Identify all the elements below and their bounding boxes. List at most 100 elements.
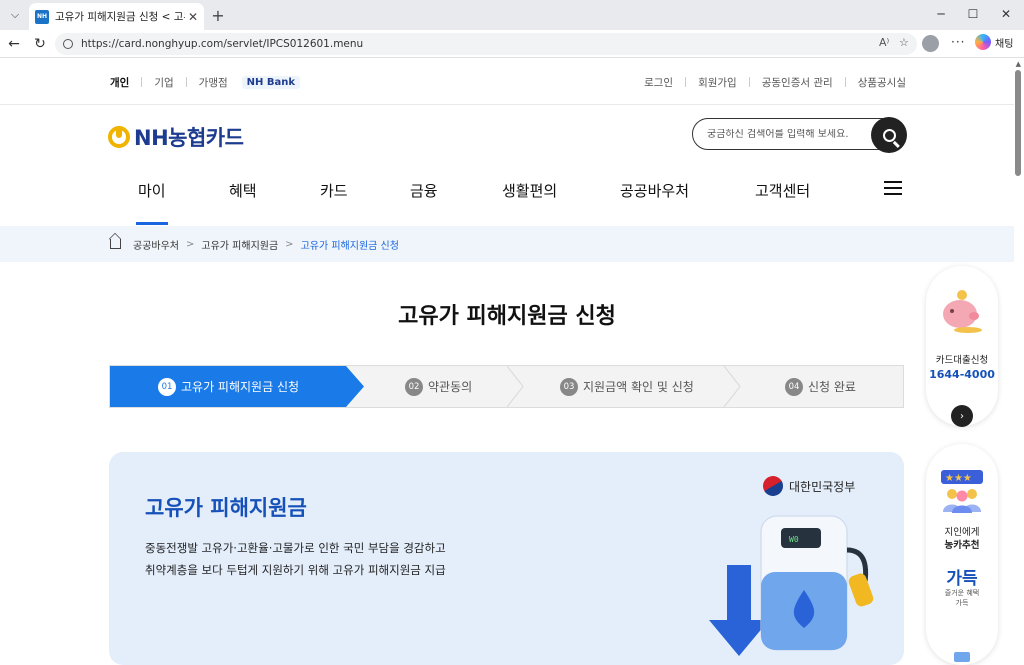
piggy-bank-icon [943, 290, 982, 333]
step-label: 약관동의 [428, 380, 473, 394]
login-link[interactable]: 로그인 [644, 75, 673, 90]
next-quick-item-icon [954, 652, 970, 662]
step-number: 01 [158, 377, 176, 396]
divider [685, 77, 687, 87]
browser-tab[interactable]: NH 고유가 피해지원금 신청 < 고유가 ✕ [29, 3, 204, 30]
copilot-icon [975, 34, 991, 50]
nh-favicon-icon: NH [35, 9, 49, 24]
banner-description: 중동전쟁발 고유가·고환율·고물가로 인한 국민 부담을 경감하고 [145, 541, 446, 555]
header-divider [0, 104, 1014, 105]
url-text: https://card.nonghyup.com/servlet/IPCS01… [81, 38, 364, 50]
search-box [692, 117, 907, 153]
minimize-button[interactable]: ─ [926, 4, 956, 24]
product-disclosure-link[interactable]: 상품공시실 [858, 75, 906, 90]
util-personal-link[interactable]: 개인 [110, 75, 129, 90]
nh-card-logo[interactable]: NH농협카드 [108, 122, 244, 152]
banner-description: 취약계층을 보다 두텁게 지원하기 위해 고유가 피해지원금 지급 [145, 563, 446, 577]
card-loan-phone: 1644-4000 [929, 368, 995, 381]
card-loan-arrow-button[interactable]: › [951, 405, 973, 427]
scroll-up-arrow-icon[interactable]: ▲ [1016, 60, 1021, 68]
divider [748, 77, 750, 87]
util-business-link[interactable]: 기업 [154, 75, 173, 90]
recommend-people-icon: ★★★ [941, 470, 983, 513]
close-window-button[interactable]: ✕ [991, 4, 1021, 24]
fuel-pump-illustration: W0 [709, 515, 874, 656]
referral-label: 농카추천 [944, 540, 980, 551]
breadcrumb-separator: > [285, 238, 294, 250]
main-nav: 마이 혜택 카드 금융 생활편의 공공바우처 고객센터 [110, 178, 906, 226]
hamburger-menu-icon[interactable] [884, 181, 902, 195]
step-1: 01 고유가 피해지원금 신청 [110, 366, 364, 407]
profile-avatar-icon[interactable] [922, 35, 939, 52]
nav-benefits[interactable]: 혜택 [229, 180, 257, 201]
down-arrow-icon [709, 565, 769, 656]
gadeuk-sub: 즐거운 혜택 [944, 589, 980, 597]
referral-quick-menu[interactable]: ★★★ 지인에게 농카추천 가득 즐거운 혜택 가득 [926, 444, 998, 665]
signup-link[interactable]: 회원가입 [698, 75, 737, 90]
page-title: 고유가 피해지원금 신청 [398, 304, 616, 329]
page-scrollbar[interactable] [1015, 70, 1021, 176]
nav-my[interactable]: 마이 [136, 180, 168, 225]
certificate-link[interactable]: 공동인증서 관리 [762, 75, 833, 90]
browser-tab-bar: ⌵ NH 고유가 피해지원금 신청 < 고유가 ✕ + ─ ☐ ✕ [0, 0, 1024, 30]
nh-logo-mark-icon [108, 126, 130, 148]
refresh-button[interactable]: ↻ [30, 34, 50, 54]
search-input[interactable] [707, 128, 867, 140]
back-button[interactable]: ← [4, 34, 24, 54]
nh-bank-link[interactable]: NH Bank [241, 75, 300, 89]
gov-label: 대한민국정부 [789, 479, 856, 494]
breadcrumb-separator: > [186, 238, 195, 250]
chevron-down-icon: ⌵ [10, 8, 20, 21]
more-options-icon[interactable]: ··· [951, 35, 965, 49]
divider [185, 77, 187, 87]
new-tab-button[interactable]: + [208, 5, 228, 25]
step-label: 신청 완료 [808, 380, 856, 394]
nav-public-voucher[interactable]: 공공바우처 [620, 180, 689, 201]
pump-display-text: W0 [789, 535, 799, 544]
nav-finance[interactable]: 금융 [410, 180, 438, 201]
nav-lifestyle[interactable]: 생활편의 [502, 180, 557, 201]
support-fund-banner: 고유가 피해지원금 중동전쟁발 고유가·고환율·고물가로 인한 국민 부담을 경… [109, 452, 904, 665]
tab-title: 고유가 피해지원금 신청 < 고유가 [55, 11, 185, 23]
nav-customer-center[interactable]: 고객센터 [755, 180, 810, 201]
site-info-icon[interactable] [63, 39, 73, 49]
search-icon [882, 128, 896, 142]
step-indicator: 01 고유가 피해지원금 신청 02 약관동의 03 지원금액 확인 및 신청 … [109, 365, 904, 408]
util-merchant-link[interactable]: 가맹점 [199, 75, 228, 90]
read-aloud-icon[interactable]: A⁾ [879, 36, 889, 49]
close-tab-icon[interactable]: ✕ [188, 10, 198, 24]
tab-list-button[interactable]: ⌵ [4, 4, 26, 26]
browser-address-bar: ← ↻ https://card.nonghyup.com/servlet/IP… [0, 30, 1024, 58]
banner-title: 고유가 피해지원금 [145, 496, 307, 520]
copilot-chat-button[interactable]: 채팅 [975, 34, 1013, 50]
step-chevron-icon [723, 366, 741, 407]
taegeuk-icon [759, 472, 787, 500]
home-icon[interactable] [110, 239, 121, 249]
step-4: 04 신청 완료 [785, 366, 856, 407]
step-number: 03 [560, 377, 578, 396]
favorite-star-icon[interactable]: ☆ [899, 36, 909, 49]
breadcrumb: 공공바우처 > 고유가 피해지원금 > 고유가 피해지원금 신청 [0, 226, 1014, 262]
maximize-button[interactable]: ☐ [958, 4, 988, 24]
gadeuk-sub: 가득 [955, 599, 969, 607]
step-chevron-icon [506, 366, 524, 407]
korea-government-logo: 대한민국정부 [759, 472, 856, 500]
svg-text:★★★: ★★★ [945, 473, 972, 484]
page-viewport: ▲ 개인 기업 가맹점 NH Bank 로그인 회원가입 공동인증서 관리 상품… [0, 58, 1024, 665]
nav-card[interactable]: 카드 [320, 180, 348, 201]
breadcrumb-item[interactable]: 공공바우처 [133, 237, 179, 252]
breadcrumb-current: 고유가 피해지원금 신청 [300, 240, 399, 252]
url-field[interactable]: https://card.nonghyup.com/servlet/IPCS01… [55, 33, 917, 55]
step-number: 02 [405, 377, 423, 396]
logo-text: NH농협카드 [134, 126, 244, 150]
breadcrumb-item[interactable]: 고유가 피해지원금 [201, 237, 278, 252]
divider [844, 77, 846, 87]
divider [141, 77, 143, 87]
gadeuk-logo[interactable]: 가득 [926, 564, 998, 589]
search-button[interactable] [871, 117, 907, 153]
referral-label: 지인에게 [944, 527, 980, 538]
card-loan-quick-menu[interactable]: 카드대출신청 1644-4000 › [926, 266, 998, 427]
utility-nav: 개인 기업 가맹점 NH Bank 로그인 회원가입 공동인증서 관리 상품공시… [110, 74, 906, 90]
step-2: 02 약관동의 [405, 366, 472, 407]
step-label: 고유가 피해지원금 신청 [181, 380, 300, 394]
